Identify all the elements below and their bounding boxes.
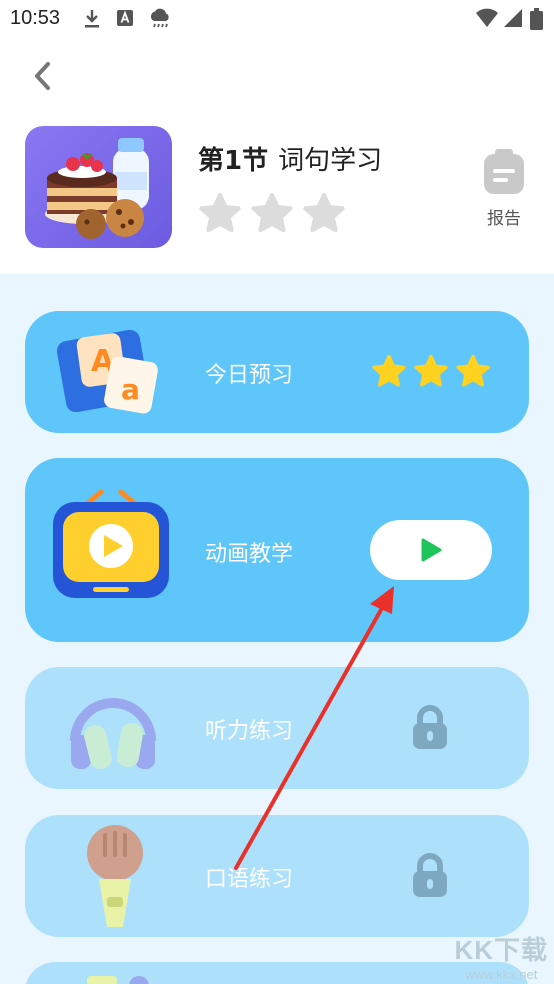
svg-text:a: a (121, 373, 140, 406)
activity-card-speaking[interactable]: 口语练习 (25, 815, 529, 937)
watermark: KK下载 www.kkx.net (454, 930, 548, 982)
activity-card-listening[interactable]: 听力练习 (25, 667, 529, 789)
activity-label-animation: 动画教学 (205, 542, 294, 567)
chevron-left-icon (35, 62, 50, 90)
activity-icon-partial (87, 976, 149, 984)
activity-card-preview[interactable]: A a 今日预习 (25, 311, 529, 433)
activity-label-preview: 今日预习 (205, 363, 294, 388)
lesson-name: 词句学习 (278, 146, 383, 176)
lesson-rating (198, 192, 346, 234)
lesson-thumbnail (25, 126, 172, 248)
star-filled-icon (414, 354, 448, 387)
star-empty-icon (199, 193, 241, 233)
report-button[interactable]: 报告 (480, 148, 528, 229)
activity-label-speaking: 口语练习 (205, 867, 294, 892)
cloud-rain-icon (150, 8, 169, 28)
tv-icon (53, 489, 169, 598)
activity-stars (371, 354, 491, 388)
activity-card-next[interactable] (25, 962, 529, 984)
download-icon (85, 10, 99, 28)
activity-label-listening: 听力练习 (205, 719, 294, 744)
lesson-title: 第1节 词句学习 (198, 140, 382, 177)
report-icon (484, 149, 524, 194)
back-button[interactable] (26, 56, 62, 96)
watermark-line1: KK下载 (454, 935, 548, 965)
star-filled-icon (372, 354, 406, 387)
wifi-icon (476, 8, 498, 27)
lesson-number: 第1节 (198, 146, 269, 176)
play-icon (421, 538, 442, 562)
headphones-icon (70, 698, 156, 769)
star-filled-icon (456, 354, 490, 387)
microphone-icon (87, 825, 143, 927)
flashcard-icon: A a (57, 329, 158, 414)
battery-icon (530, 8, 543, 30)
play-button[interactable] (370, 520, 492, 580)
activity-card-animation[interactable]: 动画教学 (25, 458, 529, 642)
lesson-header: 第1节 词句学习 报告 (0, 110, 554, 274)
star-empty-icon (251, 193, 293, 233)
status-time: 10:53 (10, 7, 61, 29)
report-label: 报告 (487, 209, 521, 229)
status-bar: 10:53 (0, 0, 554, 38)
a-notification-icon (117, 10, 133, 26)
star-empty-icon (303, 193, 345, 233)
lock-icon (413, 853, 447, 897)
lock-icon (413, 705, 447, 749)
cake-illustration (45, 138, 149, 239)
cellular-icon (504, 9, 522, 27)
watermark-line2: www.kkx.net (465, 967, 538, 982)
